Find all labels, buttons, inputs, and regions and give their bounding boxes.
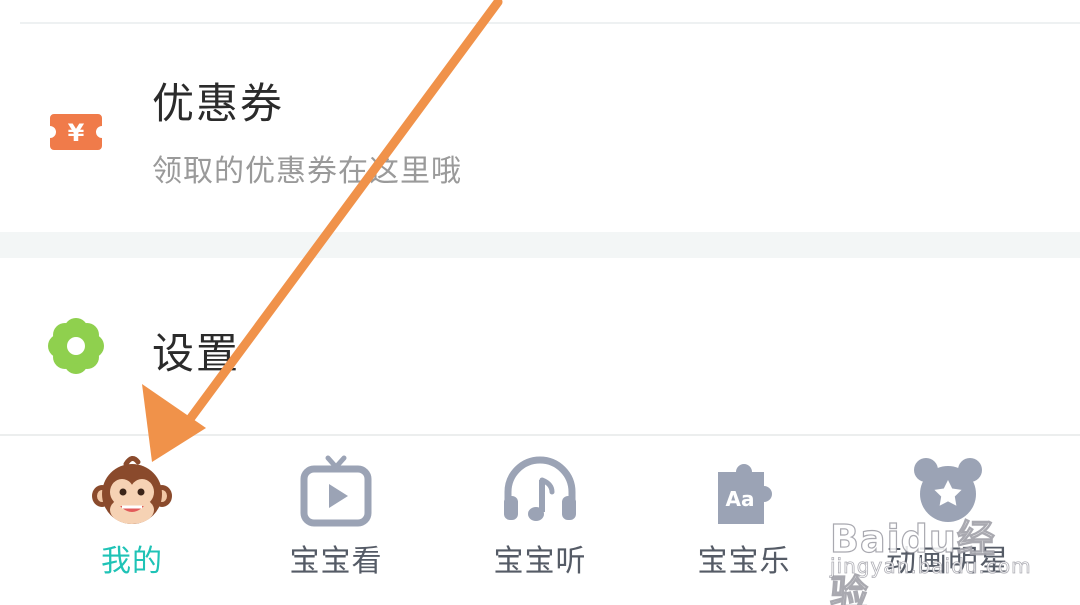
app-screen: ¥ 优惠券 领取的优惠券在这里哦 设置 我的 宝宝看 宝宝听 Aa 宝宝乐 动画… <box>0 0 1080 605</box>
tab-cartoon-stars[interactable]: 动画明星 <box>846 436 1050 605</box>
coupon-ticket-icon: ¥ <box>50 114 102 150</box>
gear-flower-icon <box>48 318 104 374</box>
tab-label: 动画明星 <box>886 544 1010 579</box>
tab-label: 宝宝看 <box>289 544 383 579</box>
tab-label: 宝宝听 <box>493 544 587 579</box>
tab-baby-watch[interactable]: 宝宝看 <box>234 436 438 605</box>
tab-mine[interactable]: 我的 <box>30 436 234 605</box>
tab-baby-fun[interactable]: Aa 宝宝乐 <box>642 436 846 605</box>
menu-item-coupon[interactable]: ¥ 优惠券 领取的优惠券在这里哦 <box>0 24 1080 232</box>
bottom-tab-bar: 我的 宝宝看 宝宝听 Aa 宝宝乐 动画明星 <box>0 436 1080 605</box>
tab-label: 宝宝乐 <box>697 544 791 579</box>
monkey-face-icon <box>92 456 172 524</box>
coupon-title: 优惠券 <box>152 79 285 128</box>
section-separator <box>0 232 1080 258</box>
puzzle-aa-icon: Aa <box>718 464 772 524</box>
coupon-subtitle: 领取的优惠券在这里哦 <box>152 154 462 189</box>
puzzle-aa-text: Aa <box>726 487 755 511</box>
bear-star-icon <box>914 458 982 522</box>
headphones-music-icon <box>504 456 576 521</box>
coupon-yen-glyph: ¥ <box>68 119 85 147</box>
tv-play-icon <box>300 455 372 527</box>
settings-title: 设置 <box>152 329 241 378</box>
menu-item-settings[interactable]: 设置 <box>0 258 1080 434</box>
tab-baby-listen[interactable]: 宝宝听 <box>438 436 642 605</box>
tab-label: 我的 <box>101 544 163 579</box>
